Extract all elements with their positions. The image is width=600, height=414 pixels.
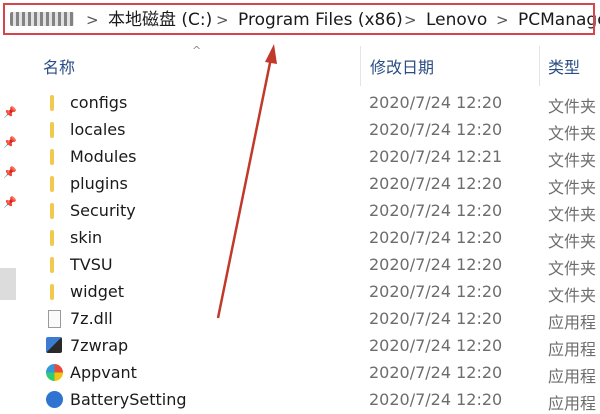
file-row[interactable]: widget 2020/7/24 12:20 文件夹	[40, 279, 600, 306]
column-divider[interactable]	[360, 46, 361, 86]
file-type: 应用程	[548, 313, 597, 332]
folder-icon	[50, 149, 54, 165]
file-modified-date: 2020/7/24 12:20	[369, 282, 503, 301]
column-header-type[interactable]: 类型	[548, 54, 580, 78]
folder-icon	[50, 284, 54, 300]
file-row[interactable]: plugins 2020/7/24 12:20 文件夹	[40, 171, 600, 198]
file-type: 文件夹	[548, 286, 597, 305]
file-name[interactable]: configs	[70, 93, 127, 112]
dll-file-icon	[48, 310, 61, 328]
folder-icon	[50, 257, 54, 273]
file-modified-date: 2020/7/24 12:20	[369, 228, 503, 247]
pin-icon[interactable]: 📌	[3, 196, 17, 210]
file-modified-date: 2020/7/24 12:20	[369, 120, 503, 139]
pin-icon[interactable]: 📌	[3, 106, 17, 120]
navigation-pane: 📌 📌 📌 📌	[0, 40, 22, 400]
file-name[interactable]: skin	[70, 228, 102, 247]
column-divider[interactable]	[539, 46, 540, 86]
file-row[interactable]: 7zwrap 2020/7/24 12:20 应用程	[40, 333, 600, 360]
file-modified-date: 2020/7/24 12:20	[369, 201, 503, 220]
file-modified-date: 2020/7/24 12:20	[369, 93, 503, 112]
file-modified-date: 2020/7/24 12:20	[369, 255, 503, 274]
file-name[interactable]: TVSU	[70, 255, 113, 274]
folder-icon	[50, 122, 54, 138]
file-type: 应用程	[548, 394, 597, 413]
file-modified-date: 2020/7/24 12:20	[369, 336, 503, 355]
pin-icon[interactable]: 📌	[3, 166, 17, 180]
file-type: 文件夹	[548, 205, 597, 224]
folder-icon	[50, 95, 54, 111]
folder-icon	[50, 176, 54, 192]
file-row[interactable]: Security 2020/7/24 12:20 文件夹	[40, 198, 600, 225]
file-name[interactable]: 7zwrap	[70, 336, 128, 355]
file-type: 文件夹	[548, 259, 597, 278]
column-header-name[interactable]: 名称	[43, 54, 75, 78]
file-name[interactable]: Appvant	[70, 363, 137, 382]
folder-icon	[50, 203, 54, 219]
app-icon	[46, 337, 62, 353]
file-type: 文件夹	[548, 178, 597, 197]
sort-up-icon: ^	[192, 44, 202, 57]
file-name[interactable]: 7z.dll	[70, 309, 113, 328]
file-row[interactable]: BatterySetting 2020/7/24 12:20 应用程	[40, 387, 600, 414]
file-type: 文件夹	[548, 232, 597, 251]
file-name[interactable]: Modules	[70, 147, 137, 166]
file-type: 文件夹	[548, 151, 597, 170]
column-header-modified[interactable]: 修改日期	[370, 54, 434, 78]
file-name[interactable]: plugins	[70, 174, 128, 193]
file-row[interactable]: locales 2020/7/24 12:20 文件夹	[40, 117, 600, 144]
file-row[interactable]: skin 2020/7/24 12:20 文件夹	[40, 225, 600, 252]
file-type: 应用程	[548, 340, 597, 359]
folder-icon	[50, 230, 54, 246]
file-row[interactable]: Appvant 2020/7/24 12:20 应用程	[40, 360, 600, 387]
file-row[interactable]: TVSU 2020/7/24 12:20 文件夹	[40, 252, 600, 279]
file-row[interactable]: Modules 2020/7/24 12:21 文件夹	[40, 144, 600, 171]
pin-icon[interactable]: 📌	[3, 136, 17, 150]
file-modified-date: 2020/7/24 12:20	[369, 309, 503, 328]
file-name[interactable]: locales	[70, 120, 125, 139]
file-row[interactable]: configs 2020/7/24 12:20 文件夹	[40, 90, 600, 117]
nav-scrollbar-thumb[interactable]	[0, 268, 16, 300]
file-type: 应用程	[548, 367, 597, 386]
file-row[interactable]: 7z.dll 2020/7/24 12:20 应用程	[40, 306, 600, 333]
appvant-icon	[46, 364, 63, 381]
file-type: 文件夹	[548, 97, 597, 116]
file-modified-date: 2020/7/24 12:20	[369, 363, 503, 382]
file-type: 文件夹	[548, 124, 597, 143]
file-modified-date: 2020/7/24 12:20	[369, 174, 503, 193]
file-name[interactable]: widget	[70, 282, 124, 301]
file-name[interactable]: Security	[70, 201, 136, 220]
address-bar[interactable]: > 本地磁盘 (C:) > Program Files (x86) > Leno…	[0, 0, 600, 40]
red-highlight-box	[3, 3, 595, 35]
file-modified-date: 2020/7/24 12:21	[369, 147, 503, 166]
